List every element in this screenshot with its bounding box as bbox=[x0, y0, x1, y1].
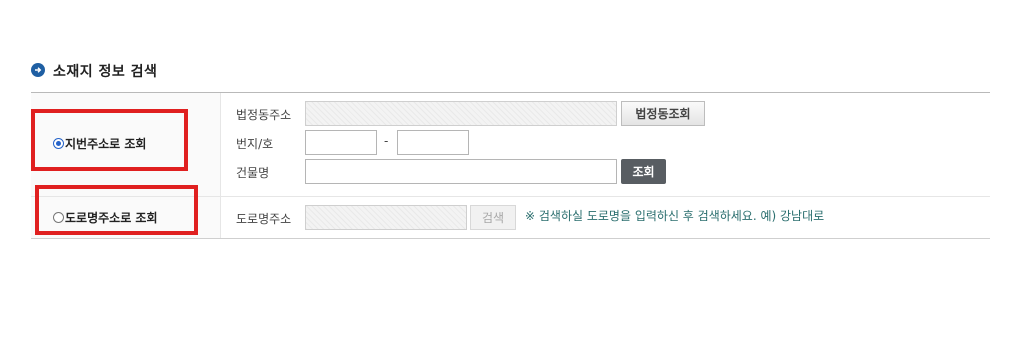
jibun-search-button[interactable]: 조회 bbox=[621, 159, 666, 184]
section-title: 소재지 정보 검색 bbox=[53, 64, 158, 80]
legal-dong-input[interactable] bbox=[305, 101, 617, 126]
table-bottom-border bbox=[31, 238, 990, 239]
lot-main-input[interactable] bbox=[305, 130, 377, 155]
lot-sub-input[interactable] bbox=[397, 130, 469, 155]
lot-number-label: 번지/호 bbox=[236, 137, 274, 151]
road-address-input[interactable] bbox=[305, 205, 467, 230]
road-option[interactable]: 도로명주소로 조회 bbox=[53, 209, 158, 226]
building-name-input[interactable] bbox=[305, 159, 617, 184]
road-radio[interactable] bbox=[53, 212, 64, 223]
table-column-divider bbox=[220, 93, 221, 238]
legal-dong-label: 법정동주소 bbox=[236, 108, 292, 122]
arrow-circle-icon bbox=[31, 63, 45, 77]
table-top-border bbox=[31, 92, 990, 93]
road-option-label: 도로명주소로 조회 bbox=[65, 211, 158, 225]
jibun-option[interactable]: 지번주소로 조회 bbox=[53, 135, 146, 152]
lot-separator: - bbox=[384, 134, 389, 148]
road-search-notice: ※ 검색하실 도로명을 입력하신 후 검색하세요. 예) 강남대로 bbox=[525, 209, 825, 223]
jibun-option-label: 지번주소로 조회 bbox=[65, 137, 147, 151]
legal-dong-search-button[interactable]: 법정동조회 bbox=[621, 101, 705, 126]
building-name-label: 건물명 bbox=[236, 166, 270, 180]
jibun-radio[interactable] bbox=[53, 138, 64, 149]
road-address-label: 도로명주소 bbox=[236, 212, 292, 226]
road-search-button[interactable]: 검색 bbox=[470, 205, 516, 230]
